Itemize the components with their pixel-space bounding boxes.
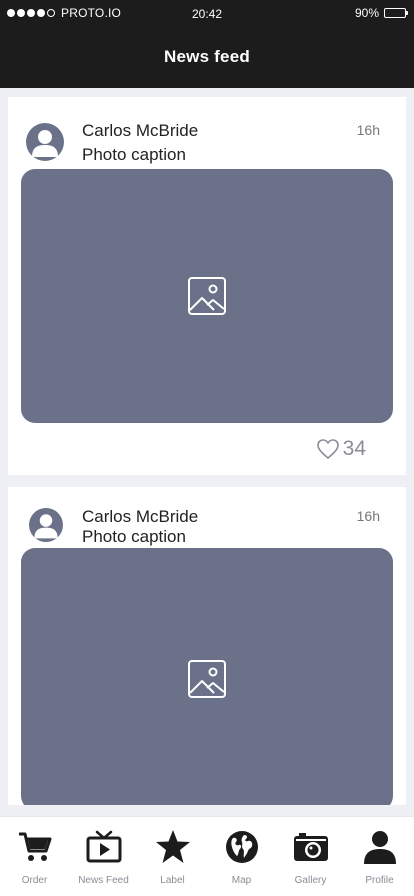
avatar[interactable]: [29, 508, 63, 542]
tab-order[interactable]: Order: [0, 817, 69, 896]
person-icon: [32, 130, 58, 157]
star-icon: [155, 830, 190, 863]
post-photo[interactable]: [21, 548, 393, 805]
tab-label: Profile: [365, 875, 394, 886]
tab-gallery[interactable]: Gallery: [276, 817, 345, 896]
post-photo[interactable]: [21, 169, 393, 423]
status-bar: PROTO.IO 20:42 90%: [0, 0, 414, 26]
tab-bar: Order News Feed Label Map Gallery Profil…: [0, 816, 414, 896]
image-icon: [188, 660, 226, 698]
globe-icon: [225, 831, 258, 863]
battery-status: 90%: [354, 6, 408, 20]
like-control[interactable]: 34: [316, 437, 366, 461]
tab-label: Label: [160, 875, 185, 886]
avatar[interactable]: [26, 123, 64, 161]
post-author[interactable]: Carlos McBride: [82, 507, 198, 527]
cart-icon: [18, 832, 51, 861]
tv-play-icon: [86, 830, 121, 863]
person-icon: [34, 514, 58, 539]
navigation-bar: News feed: [0, 26, 414, 88]
post-author[interactable]: Carlos McBride: [82, 121, 198, 141]
status-time: 20:42: [191, 7, 223, 21]
tab-profile[interactable]: Profile: [345, 817, 414, 896]
tab-label-star[interactable]: Label: [138, 817, 207, 896]
post-caption: Photo caption: [82, 145, 186, 164]
image-icon: [188, 277, 226, 315]
tab-label: Gallery: [294, 875, 327, 886]
camera-icon: [293, 833, 328, 861]
tab-news-feed[interactable]: News Feed: [69, 817, 138, 896]
like-count: 34: [342, 437, 366, 460]
tab-label: Map: [231, 875, 252, 886]
battery-icon: [384, 8, 408, 18]
tab-map[interactable]: Map: [207, 817, 276, 896]
post-card[interactable]: Carlos McBride Photo caption 16h: [8, 487, 406, 805]
post-time: 16h: [356, 122, 380, 138]
page-title: News feed: [164, 47, 250, 66]
battery-percent: 90%: [354, 6, 379, 20]
tab-label: Order: [21, 875, 48, 886]
person-icon: [363, 831, 396, 864]
heart-icon[interactable]: [316, 438, 340, 460]
post-time: 16h: [356, 508, 380, 524]
tab-label: News Feed: [78, 875, 129, 886]
post-caption: Photo caption: [82, 527, 186, 546]
post-card[interactable]: Carlos McBride Photo caption 16h 34: [8, 97, 406, 475]
